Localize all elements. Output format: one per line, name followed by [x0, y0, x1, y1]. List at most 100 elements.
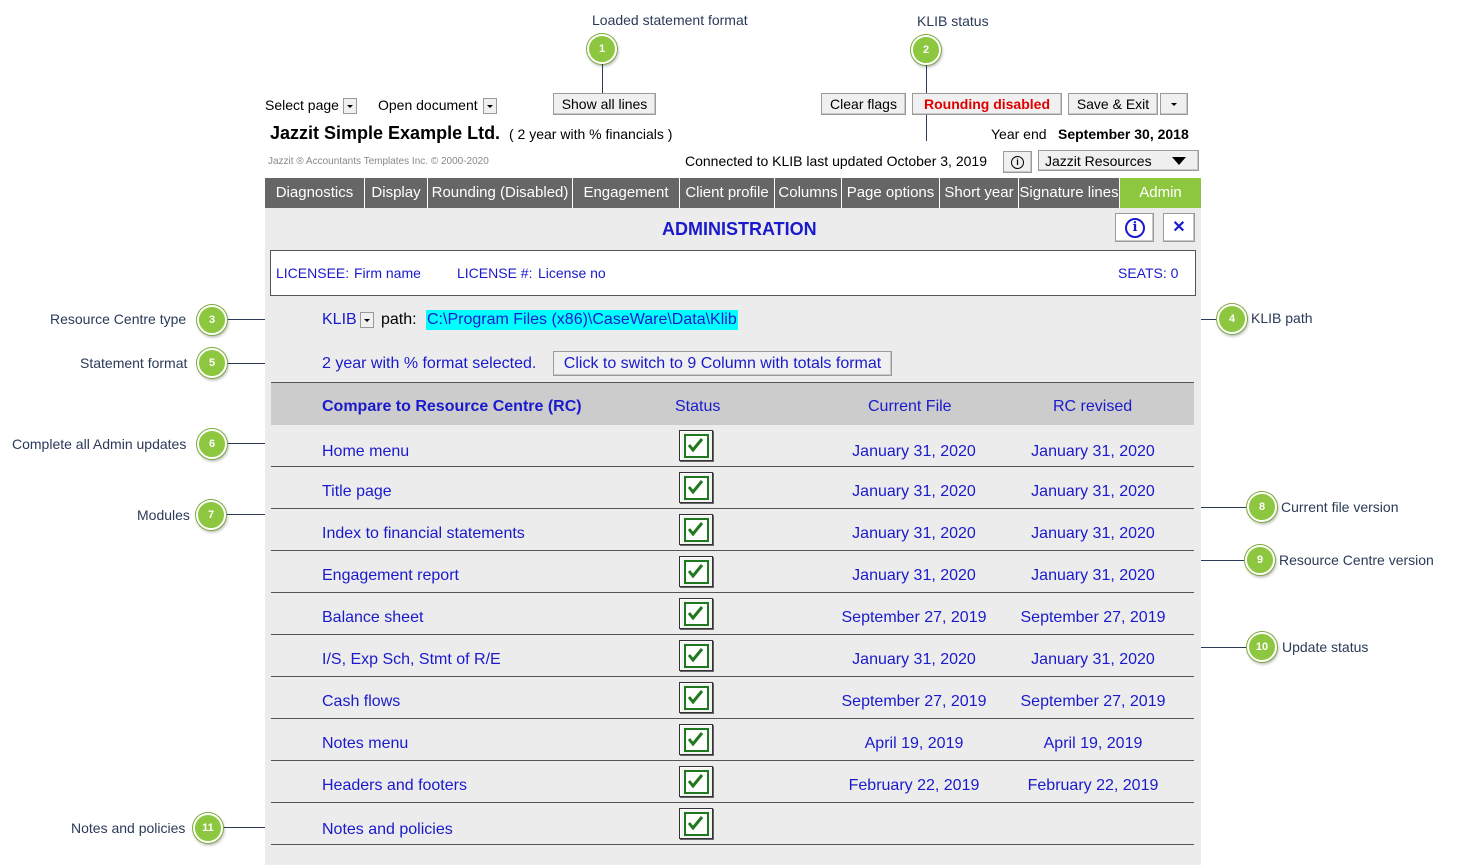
status-checkbox[interactable]: [679, 766, 713, 797]
tab-rounding[interactable]: Rounding (Disabled): [428, 178, 573, 208]
jazzit-resources-dropdown[interactable]: Jazzit Resources: [1038, 150, 1199, 171]
row-module-home-menu[interactable]: Home menu: [322, 443, 409, 461]
row-divider: [271, 634, 1194, 635]
rounding-disabled-button[interactable]: Rounding disabled: [912, 93, 1062, 115]
row-module-notes-menu[interactable]: Notes menu: [322, 735, 408, 753]
licensee-label: LICENSEE:: [276, 265, 350, 281]
row-rc-date: January 31, 2020: [1031, 651, 1155, 668]
callout-6-badge: 6: [197, 429, 227, 459]
row-divider: [271, 592, 1194, 593]
row-divider: [271, 508, 1194, 509]
row-divider: [271, 844, 1194, 845]
callout-9-badge: 9: [1245, 545, 1275, 575]
callout-8-label: Current file version: [1281, 499, 1399, 515]
row-module-income-statement[interactable]: I/S, Exp Sch, Stmt of R/E: [322, 651, 501, 669]
checkmark-icon: [687, 732, 704, 747]
callout-2-label: KLIB status: [917, 13, 989, 29]
status-checkbox[interactable]: [679, 724, 713, 755]
header-compare: Compare to Resource Centre (RC): [322, 398, 582, 415]
callout-3-badge: 3: [197, 305, 227, 335]
callout-5-label: Statement format: [80, 355, 188, 371]
select-page-label[interactable]: Select page: [265, 97, 339, 113]
switch-format-button[interactable]: Click to switch to 9 Column with totals …: [553, 351, 892, 376]
row-module-index[interactable]: Index to financial statements: [322, 525, 525, 543]
klib-type-label: KLIB: [322, 311, 357, 328]
callout-8-badge: 8: [1247, 492, 1277, 522]
tab-diagnostics[interactable]: Diagnostics: [265, 178, 365, 208]
select-page-dropdown[interactable]: [343, 98, 357, 114]
header-rc-revised: RC revised: [1053, 398, 1133, 415]
checkmark-icon: [687, 564, 704, 579]
close-icon: ✕: [1172, 219, 1186, 236]
tab-columns[interactable]: Columns: [775, 178, 842, 208]
callout-3-label: Resource Centre type: [50, 311, 187, 327]
callout-4-label: KLIB path: [1251, 310, 1313, 326]
status-checkbox[interactable]: [679, 514, 713, 545]
row-module-title-page[interactable]: Title page: [322, 483, 392, 501]
status-checkbox[interactable]: [679, 682, 713, 713]
tab-bar: Diagnostics Display Rounding (Disabled) …: [265, 178, 1201, 208]
row-rc-date: February 22, 2019: [1027, 777, 1159, 794]
license-label: LICENSE #:: [457, 265, 533, 281]
callout-10-badge: 10: [1247, 632, 1277, 662]
tab-engagement[interactable]: Engagement: [573, 178, 680, 208]
klib-info-button[interactable]: i: [1003, 151, 1032, 173]
chevron-down-icon: [1171, 103, 1177, 106]
status-checkbox[interactable]: [679, 640, 713, 671]
info-icon: i: [1011, 156, 1024, 169]
row-current-date: January 31, 2020: [852, 525, 976, 542]
callout-7-badge: 7: [196, 500, 226, 530]
admin-info-button[interactable]: i: [1115, 213, 1154, 242]
row-current-date: January 31, 2020: [852, 443, 976, 460]
tab-display[interactable]: Display: [365, 178, 428, 208]
row-module-engagement-report[interactable]: Engagement report: [322, 567, 459, 585]
clear-flags-button[interactable]: Clear flags: [821, 93, 906, 115]
callout-1-badge: 1: [587, 34, 617, 64]
klib-path-field[interactable]: C:\Program Files (x86)\CaseWare\Data\Kli…: [426, 310, 738, 330]
year-end-value: September 30, 2018: [1058, 126, 1189, 142]
klib-type-dropdown[interactable]: [360, 312, 374, 328]
callout-11-label: Notes and policies: [71, 820, 186, 836]
row-current-date: January 31, 2020: [852, 483, 976, 500]
status-checkbox[interactable]: [679, 598, 713, 629]
row-divider: [271, 676, 1194, 677]
checkmark-icon: [687, 816, 704, 831]
row-module-headers-footers[interactable]: Headers and footers: [322, 777, 467, 795]
open-document-label[interactable]: Open document: [378, 97, 478, 113]
row-rc-date: January 31, 2020: [1031, 443, 1155, 460]
status-checkbox[interactable]: [679, 556, 713, 587]
tab-client-profile[interactable]: Client profile: [680, 178, 775, 208]
row-module-notes-policies[interactable]: Notes and policies: [322, 821, 453, 839]
checkmark-icon: [687, 606, 704, 621]
admin-close-button[interactable]: ✕: [1163, 213, 1195, 242]
status-checkbox[interactable]: [679, 472, 713, 503]
klib-status-text: Connected to KLIB last updated October 3…: [685, 153, 987, 169]
row-module-cash-flows[interactable]: Cash flows: [322, 693, 400, 711]
callout-10-label: Update status: [1282, 639, 1369, 655]
callout-1-label: Loaded statement format: [592, 12, 748, 28]
tab-short-year[interactable]: Short year: [940, 178, 1019, 208]
header-status: Status: [675, 398, 721, 415]
open-document-dropdown[interactable]: [483, 98, 497, 114]
checkmark-icon: [687, 648, 704, 663]
row-rc-date: January 31, 2020: [1031, 567, 1155, 584]
tab-admin[interactable]: Admin: [1120, 178, 1201, 208]
tab-signature-lines[interactable]: Signature lines: [1019, 178, 1120, 208]
show-all-lines-button[interactable]: Show all lines: [553, 93, 656, 115]
more-menu-button[interactable]: [1160, 93, 1188, 115]
status-checkbox[interactable]: [679, 430, 713, 461]
status-checkbox[interactable]: [679, 808, 713, 839]
row-rc-date: January 31, 2020: [1031, 483, 1155, 500]
row-rc-date: September 27, 2019: [1020, 609, 1166, 626]
row-divider: [271, 466, 1194, 467]
tab-page-options[interactable]: Page options: [842, 178, 940, 208]
callout-5-badge: 5: [197, 348, 227, 378]
year-end-label: Year end: [991, 126, 1047, 142]
seats-value: SEATS: 0: [1118, 265, 1179, 281]
licensee-value: Firm name: [354, 265, 421, 281]
checkmark-icon: [687, 522, 704, 537]
row-module-balance-sheet[interactable]: Balance sheet: [322, 609, 423, 627]
checkmark-icon: [687, 480, 704, 495]
save-exit-button[interactable]: Save & Exit: [1068, 93, 1158, 115]
callout-6-label: Complete all Admin updates: [12, 436, 187, 452]
